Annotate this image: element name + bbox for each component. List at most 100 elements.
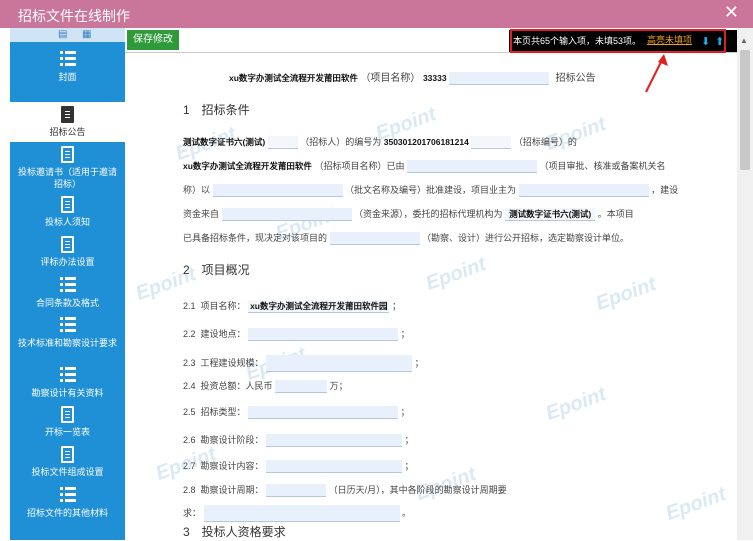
approval-authority-field[interactable] — [406, 160, 537, 174]
item-text: （日历天/月），其中各阶段的勘察设计周期要 — [328, 485, 507, 495]
sidebar-item-label: 投标人须知 — [44, 217, 90, 227]
s1-line-4: 资金来自 （资金来源），委托的招标代理机构为 测试数字证书六(测试) 。本项目 — [183, 207, 634, 222]
punct: ； — [400, 329, 410, 339]
investment-input[interactable] — [275, 380, 328, 394]
s1-text: （招标人）的编号为 — [300, 137, 382, 147]
sidebar-item[interactable]: 招标公告 — [10, 102, 125, 142]
vertical-scrollbar[interactable]: ▲ — [737, 28, 753, 540]
sidebar-item[interactable]: 合同条款及格式 — [10, 272, 125, 312]
s1-text: （招标项目名称）已由 — [314, 161, 405, 171]
document-area: Epoint Epoint Epoint Epoint Epoint Epoin… — [125, 52, 737, 541]
edit-icon[interactable]: ▦ — [82, 29, 91, 40]
item-number: 2.3 — [183, 357, 196, 368]
location-input[interactable] — [248, 328, 399, 342]
sidebar-item-label: 投标邀请书（适用于邀请招标） — [18, 167, 118, 189]
design-period-input[interactable] — [266, 484, 327, 498]
tender-number-field[interactable]: 350301201706181214 — [384, 137, 469, 147]
item-number: 2.2 — [183, 329, 196, 339]
item-2-4: 2.4 投资总额：人民币 万； — [183, 379, 348, 394]
doc-title-line: xu数字办测试全流程开发莆田软件 （项目名称） 33333 招标公告 — [229, 69, 596, 86]
punct: ； — [392, 301, 402, 311]
item-2-3: 2.3 工程建设规模： ； — [183, 355, 424, 372]
survey-design-field[interactable] — [329, 232, 420, 246]
doc-title-project: xu数字办测试全流程开发莆田软件 — [229, 73, 358, 83]
punct: ； — [404, 435, 414, 445]
punct: ； — [400, 407, 410, 417]
sidebar-item-label: 投标文件组成设置 — [31, 467, 104, 477]
punct: 。 — [402, 507, 412, 518]
item-label: 项目名称： — [200, 301, 246, 311]
sidebar-item[interactable]: 技术标准和勘察设计要求 — [10, 312, 125, 362]
window-titlebar: 招标文件在线制作 ✕ — [0, 0, 753, 28]
design-content-input[interactable] — [266, 460, 403, 474]
s1-text: （项目审批、核准或备案机关名 — [539, 161, 666, 171]
item-2-8: 2.8 勘察设计周期： （日历天/月），其中各阶段的勘察设计周期要 — [183, 483, 507, 498]
close-icon[interactable]: ✕ — [724, 2, 739, 23]
sidebar-item[interactable]: 封面 — [10, 42, 125, 102]
agency-field[interactable]: 测试数字证书六(测试) — [505, 208, 596, 222]
window-title: 招标文件在线制作 — [18, 8, 130, 24]
sidebar-item[interactable]: 勘察设计有关资料 — [10, 362, 125, 402]
tender-number-fill[interactable] — [471, 136, 512, 150]
tenderer-field[interactable]: 测试数字证书六(测试) — [183, 137, 265, 147]
punct: ； — [414, 357, 424, 368]
document-icon — [61, 146, 74, 163]
section-3-heading: 3 投标人资格要求 — [183, 525, 286, 539]
s1-line-5: 已具备招标条件，现决定对该项目的 （勘察、设计）进行公开招标，选定勘察设计单位。 — [183, 231, 630, 246]
sidebar-item[interactable]: 招标文件的其他材料 — [10, 482, 125, 522]
highlight-annotation-box — [510, 29, 726, 53]
section-2-heading: 2 项目概况 — [183, 263, 250, 277]
sidebar: ▤ ▦ 封面招标公告投标邀请书（适用于邀请招标） 投标人须知评标办法设置合同条款及… — [10, 28, 125, 540]
design-stage-input[interactable] — [266, 434, 403, 448]
title-extra-field[interactable] — [449, 72, 550, 86]
save-button[interactable]: 保存修改 — [127, 30, 179, 50]
sidebar-item-label: 合同条款及格式 — [35, 298, 99, 308]
item-text: 求： — [183, 507, 202, 518]
sidebar-item[interactable]: 评标办法设置 — [10, 232, 125, 272]
document-icon — [61, 236, 74, 253]
document-icon[interactable]: ▤ — [58, 29, 67, 40]
s1-line-3: 称）以 （批文名称及编号）批准建设，项目业主为 ，建设 — [183, 183, 679, 198]
item-label: 工程建设规模： — [200, 357, 264, 368]
tender-type-input[interactable] — [248, 406, 399, 420]
numbered-list-icon — [59, 486, 76, 504]
item-number: 2.6 — [183, 435, 196, 445]
scroll-up-icon[interactable]: ▲ — [740, 36, 748, 45]
sidebar-item[interactable]: 开标一览表 — [10, 402, 125, 442]
scroll-thumb[interactable] — [740, 50, 750, 170]
sidebar-item[interactable]: 投标人须知 — [10, 192, 125, 232]
item-label: 勘察设计内容： — [200, 461, 264, 471]
punct: ； — [404, 461, 414, 471]
document-icon — [61, 196, 74, 213]
s1-line-2: xu数字办测试全流程开发莆田软件 （招标项目名称）已由 （项目审批、核准或备案机… — [183, 159, 666, 174]
project-owner-field[interactable] — [518, 184, 649, 198]
numbered-list-icon — [59, 366, 76, 384]
scale-textarea[interactable] — [266, 355, 413, 372]
document-icon — [61, 446, 74, 463]
tenderer-fill[interactable] — [267, 136, 298, 150]
s1-text: （招标编号）的 — [513, 137, 577, 147]
numbered-list-icon — [59, 316, 76, 334]
fund-source-field[interactable] — [221, 208, 352, 222]
sidebar-item-label: 封面 — [58, 72, 77, 82]
item-unit: 万； — [329, 381, 348, 391]
item-label: 招标类型： — [200, 407, 246, 417]
approval-document-field[interactable] — [212, 184, 343, 198]
item-number: 2.4 — [183, 381, 196, 391]
sidebar-item[interactable]: 投标文件组成设置 — [10, 442, 125, 482]
sidebar-item-label: 招标文件的其他材料 — [26, 508, 108, 518]
project-name-input[interactable]: xu数字办测试全流程开发莆田软件园 — [248, 300, 390, 314]
item-2-6: 2.6 勘察设计阶段： ； — [183, 433, 414, 448]
item-number: 2.5 — [183, 407, 196, 417]
s1-text: （勘察、设计）进行公开招标，选定勘察设计单位。 — [422, 233, 630, 243]
project-name-field[interactable]: xu数字办测试全流程开发莆田软件 — [183, 161, 312, 171]
sidebar-item[interactable]: 投标邀请书（适用于邀请招标） — [10, 142, 125, 192]
s1-text: 已具备招标条件，现决定对该项目的 — [183, 233, 328, 243]
s1-text: ，建设 — [651, 185, 679, 195]
watermark: Epoint — [662, 483, 729, 526]
item-2-8-cont: 求： 。 — [183, 505, 411, 522]
item-2-7: 2.7 勘察设计内容： ； — [183, 459, 414, 474]
annotation-arrow-icon — [645, 54, 668, 93]
stage-period-textarea[interactable] — [203, 505, 400, 522]
doc-title-suffix: 招标公告 — [555, 73, 596, 84]
